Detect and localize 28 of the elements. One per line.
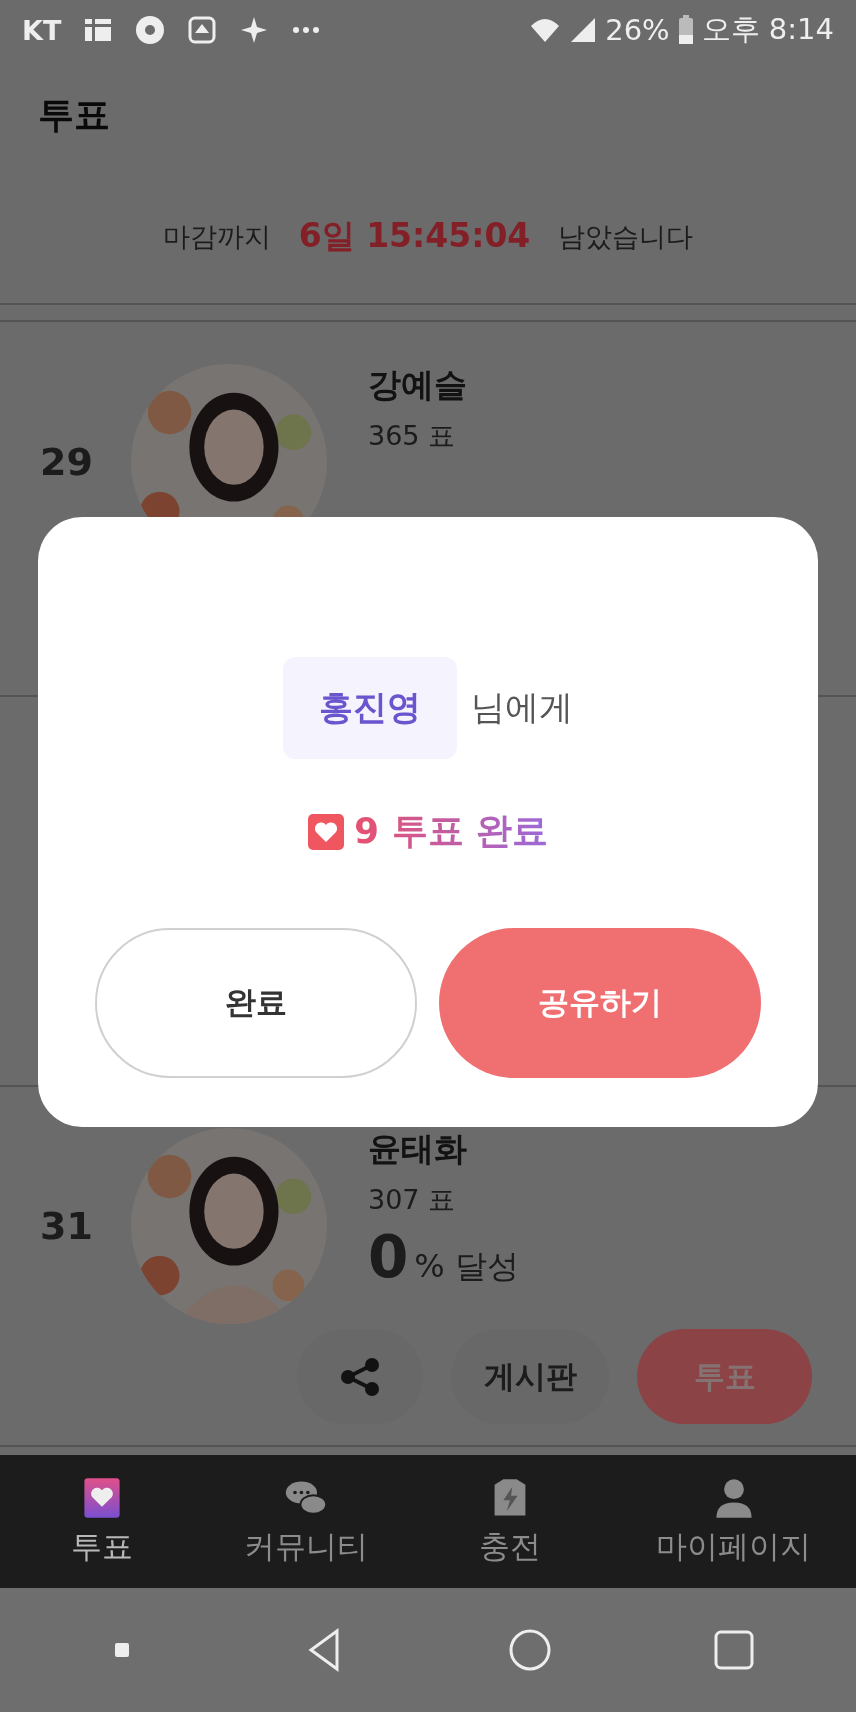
battery-percent: 26% <box>605 13 670 47</box>
carrier-name: KT <box>22 14 62 46</box>
app-icon <box>187 15 218 45</box>
recipient-suffix: 님에게 <box>471 686 573 729</box>
countdown: 6일 15:45:04 <box>298 215 531 257</box>
dots-icon <box>291 25 322 35</box>
clock: 오후 8:14 <box>701 11 834 48</box>
nav-tab[interactable]: 마이페이지 <box>611 1475 856 1568</box>
battery-icon <box>677 15 694 45</box>
nav-tab[interactable]: 충전 <box>407 1475 612 1568</box>
nav-tab[interactable]: 커뮤니티 <box>203 1475 408 1568</box>
rank-number: 29 <box>39 440 94 484</box>
vote-count: 307 표 <box>368 1183 457 1217</box>
share-icon <box>338 1356 382 1397</box>
ring-icon <box>135 15 166 45</box>
nav-tab[interactable]: 투표 <box>0 1475 204 1568</box>
recipient-name: 홍진영 <box>283 657 457 759</box>
percent-label: % 달성 <box>414 1246 519 1287</box>
rank-number: 31 <box>39 1204 94 1248</box>
deadline-label: 마감까지 <box>162 219 271 254</box>
candidate-name: 윤태화 <box>368 1128 468 1170</box>
deadline-suffix: 남았습니다 <box>558 219 694 254</box>
candidate-name: 강예슬 <box>368 364 467 406</box>
vote-count: 365 표 <box>368 419 457 453</box>
done-button[interactable]: 완료 <box>95 928 417 1078</box>
percent-value: 0 <box>368 1228 409 1286</box>
share-button[interactable]: 공유하기 <box>439 928 761 1078</box>
page-title: 투표 <box>38 92 110 137</box>
